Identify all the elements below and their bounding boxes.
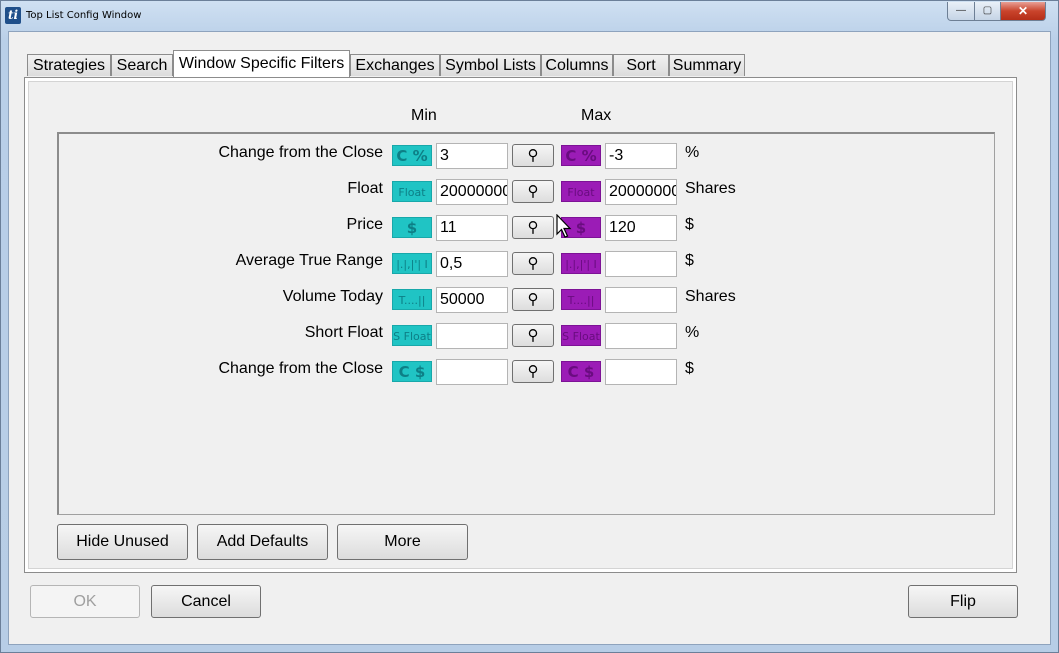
short-float-icon[interactable]: S Float [561,325,601,346]
filter-row: Volume Today T....|| 50000 ⚲ T....|| Sha… [59,287,994,316]
filter-row: Short Float S Float ⚲ S Float % [59,323,994,352]
tab-summary[interactable]: Summary [669,54,745,76]
more-button[interactable]: More [337,524,468,560]
filter-label: Change from the Close [218,144,383,161]
float-icon[interactable]: Float [561,181,601,202]
min-value-input[interactable] [436,359,508,385]
filter-label: Average True Range [235,252,383,269]
filter-label: Volume Today [282,288,383,305]
filter-row: Price $ 11 ⚲ $ 120 $ [59,215,994,244]
filter-row: Change from the Close C $ ⚲ C $ $ [59,359,994,388]
max-value-input[interactable] [605,359,677,385]
filter-label: Short Float [304,324,383,341]
filter-row: Change from the Close C % 3 ⚲ C % -3 % [59,143,994,172]
ok-button[interactable]: OK [30,585,140,618]
flip-button[interactable]: Flip [908,585,1018,618]
tab-exchanges[interactable]: Exchanges [350,54,440,76]
filter-list: Change from the Close C % 3 ⚲ C % -3 % F… [57,132,995,515]
float-icon[interactable]: Float [392,181,432,202]
filter-row: Float Float 20000000 ⚲ Float 20000000 Sh… [59,179,994,208]
cancel-button[interactable]: Cancel [151,585,261,618]
search-icon[interactable]: ⚲ [512,252,554,275]
min-column-header: Min [411,107,437,124]
max-value-input[interactable] [605,323,677,349]
filter-row: Average True Range |.|,|'| I 0,5 ⚲ |.|,|… [59,251,994,280]
mouse-cursor-icon [556,214,572,238]
tab-columns[interactable]: Columns [541,54,613,76]
unit-label: % [685,324,700,341]
max-value-input[interactable]: -3 [605,143,677,169]
tab-sort[interactable]: Sort [613,54,669,76]
change-percent-icon[interactable]: C % [392,145,432,166]
min-value-input[interactable]: 11 [436,215,508,241]
search-icon[interactable]: ⚲ [512,144,554,167]
change-dollar-icon[interactable]: C $ [392,361,432,382]
minimize-button[interactable]: — [947,2,975,21]
app-icon: ti [5,7,21,24]
volume-icon[interactable]: T....|| [392,289,432,310]
atr-icon[interactable]: |.|,|'| I [561,253,601,274]
min-value-input[interactable] [436,323,508,349]
max-value-input[interactable]: 20000000 [605,179,677,205]
hide-unused-button[interactable]: Hide Unused [57,524,188,560]
close-button[interactable]: ✕ [1000,2,1046,21]
filters-tab-panel: Min Max Change from the Close C % 3 ⚲ C … [24,77,1017,573]
tab-window-specific-filters[interactable]: Window Specific Filters [173,50,350,77]
maximize-button[interactable]: ▢ [974,2,1001,21]
window-title: Top List Config Window [26,10,142,21]
max-value-input[interactable]: 120 [605,215,677,241]
change-percent-icon[interactable]: C % [561,145,601,166]
tab-search[interactable]: Search [111,54,173,76]
tab-strategies[interactable]: Strategies [27,54,111,76]
unit-label: $ [685,360,694,377]
filter-label: Float [347,180,383,197]
filters-panel-body: Min Max Change from the Close C % 3 ⚲ C … [28,81,1013,569]
tab-symbol-lists[interactable]: Symbol Lists [440,54,541,76]
search-icon[interactable]: ⚲ [512,216,554,239]
unit-label: % [685,144,700,161]
config-window: ti Top List Config Window — ▢ ✕ Strategi… [0,0,1059,653]
search-icon[interactable]: ⚲ [512,324,554,347]
dialog-client-area: Strategies Search Window Specific Filter… [8,31,1051,645]
min-value-input[interactable]: 20000000 [436,179,508,205]
short-float-icon[interactable]: S Float [392,325,432,346]
min-value-input[interactable]: 0,5 [436,251,508,277]
unit-label: Shares [685,288,736,305]
search-icon[interactable]: ⚲ [512,360,554,383]
volume-icon[interactable]: T....|| [561,289,601,310]
unit-label: $ [685,216,694,233]
unit-label: $ [685,252,694,269]
max-value-input[interactable] [605,251,677,277]
min-value-input[interactable]: 50000 [436,287,508,313]
max-value-input[interactable] [605,287,677,313]
max-column-header: Max [581,107,612,124]
unit-label: Shares [685,180,736,197]
atr-icon[interactable]: |.|,|'| I [392,253,432,274]
search-icon[interactable]: ⚲ [512,288,554,311]
dollar-icon[interactable]: $ [392,217,432,238]
min-value-input[interactable]: 3 [436,143,508,169]
filter-label: Change from the Close [218,360,383,377]
add-defaults-button[interactable]: Add Defaults [197,524,328,560]
title-bar[interactable]: ti Top List Config Window — ▢ ✕ [1,1,1058,31]
search-icon[interactable]: ⚲ [512,180,554,203]
change-dollar-icon[interactable]: C $ [561,361,601,382]
filter-label: Price [346,216,383,233]
